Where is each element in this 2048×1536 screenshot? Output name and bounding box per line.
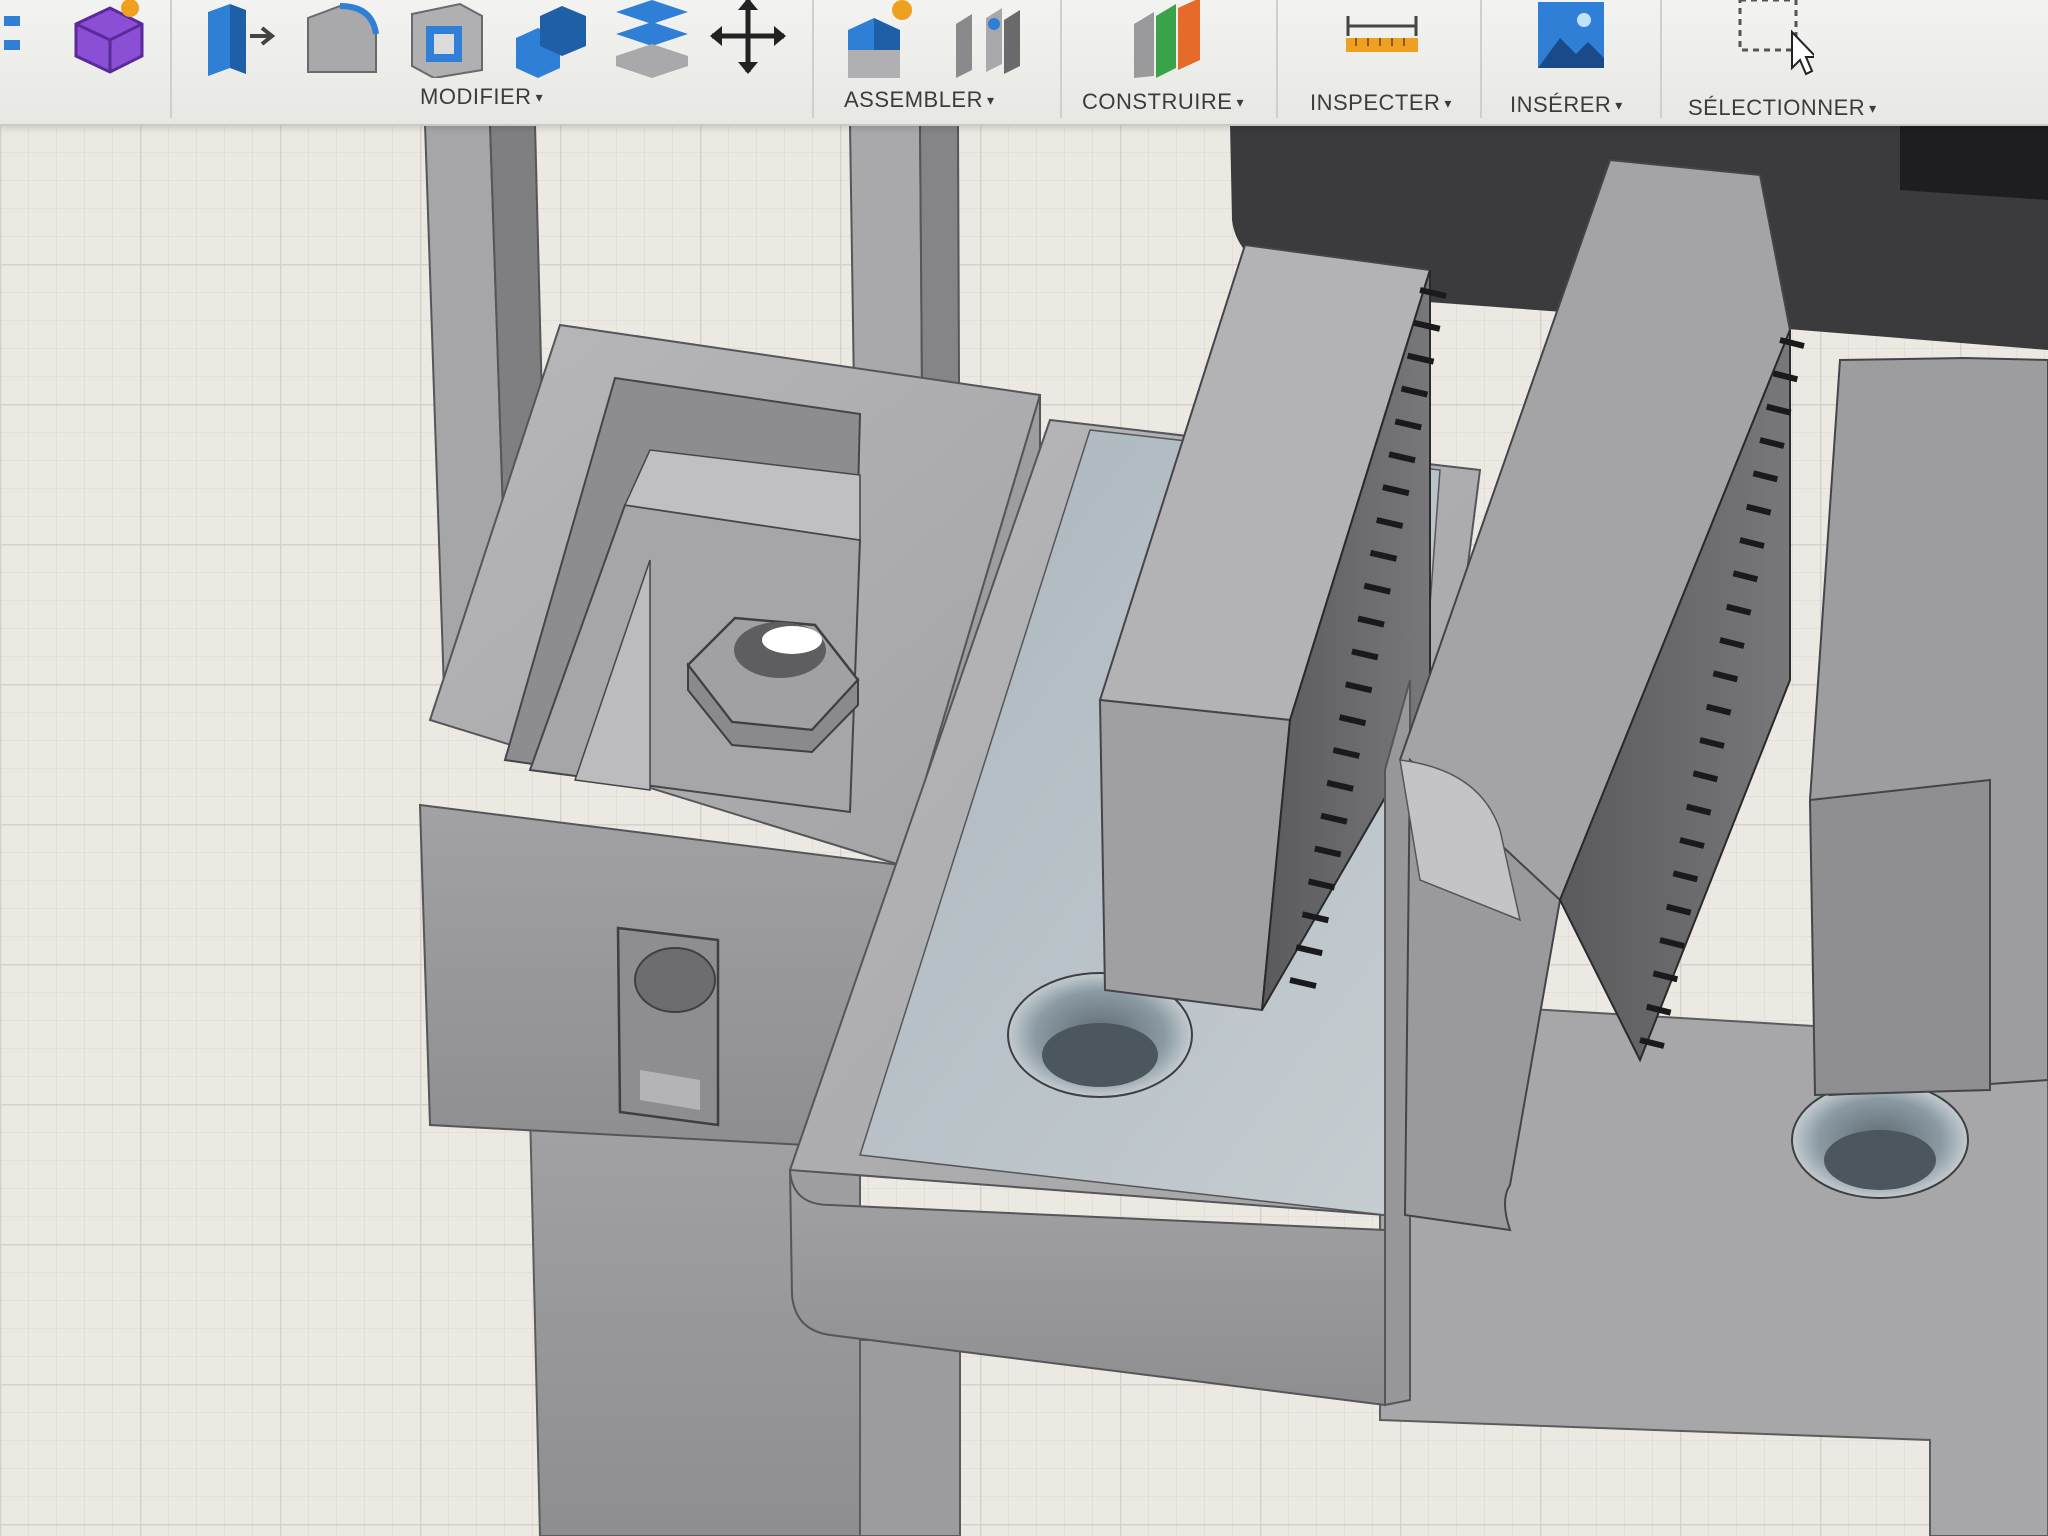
toolbar: MODIFIER ▾ ASSEMBLER ▾ CONSTRUIRE ▾ INSPECT… [0, 0, 2048, 126]
toolbar-separator [1660, 0, 1662, 118]
chevron-down-icon: ▾ [535, 89, 544, 105]
create-sketch-icon[interactable] [0, 0, 54, 78]
menu-inspecter[interactable]: INSPECTER ▾ [1310, 90, 1452, 116]
fillet-icon[interactable] [300, 0, 384, 78]
plane-icon[interactable] [1126, 0, 1210, 78]
chevron-down-icon: ▾ [1615, 97, 1623, 113]
new-component-icon[interactable] [840, 0, 924, 78]
3d-model[interactable] [0, 124, 2048, 1536]
shell-icon[interactable] [404, 0, 488, 80]
chevron-down-icon: ▾ [1236, 94, 1244, 110]
menu-modifier[interactable]: MODIFIER ▾ [420, 84, 543, 110]
insert-image-icon[interactable] [1530, 0, 1614, 78]
menu-construire[interactable]: CONSTRUIRE ▾ [1082, 89, 1244, 115]
toolbar-separator [1276, 0, 1278, 118]
combine-icon[interactable] [508, 0, 592, 78]
canvas-viewport[interactable] [0, 124, 2048, 1536]
form-icon[interactable] [66, 0, 150, 78]
toolbar-separator [170, 0, 172, 118]
menu-assembler[interactable]: ASSEMBLER ▾ [844, 87, 995, 113]
toolbar-separator [1480, 0, 1482, 118]
measure-icon[interactable] [1340, 0, 1424, 78]
chevron-down-icon: ▾ [987, 92, 995, 108]
chevron-down-icon: ▾ [1869, 100, 1877, 116]
toolbar-separator [812, 0, 814, 118]
chevron-down-icon: ▾ [1444, 95, 1452, 111]
window-select-icon[interactable] [1730, 0, 1819, 78]
offset-face-icon[interactable] [610, 0, 694, 78]
move-icon[interactable] [706, 0, 790, 78]
menu-inserer[interactable]: INSÉRER ▾ [1510, 92, 1623, 118]
menu-selectionner[interactable]: SÉLECTIONNER ▾ [1688, 95, 1877, 121]
push-pull-icon[interactable] [196, 0, 280, 78]
countersunk-hole-2 [1791, 1081, 1969, 1199]
joint-icon[interactable] [946, 0, 1030, 78]
toolbar-separator [1060, 0, 1062, 118]
